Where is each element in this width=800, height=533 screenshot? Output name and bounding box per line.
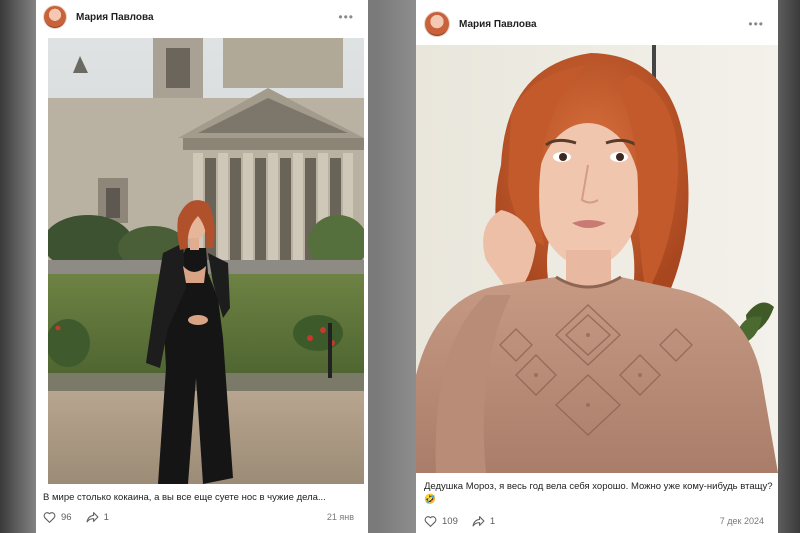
share-count: 1 xyxy=(489,515,496,527)
post-header: Мария Павлова ••• xyxy=(36,0,368,34)
heart-icon xyxy=(43,512,56,523)
selfie-photo xyxy=(416,45,778,473)
more-dots-icon[interactable]: ••• xyxy=(338,11,354,23)
avatar[interactable] xyxy=(424,11,450,37)
heart-icon xyxy=(424,516,437,527)
post-actions: 96 1 21 янв xyxy=(36,508,368,526)
share-arrow-icon xyxy=(472,516,485,527)
post-card-right: Мария Павлова ••• Дедушка Мороз, я весь … xyxy=(416,0,778,533)
post-photo[interactable] xyxy=(416,45,778,473)
like-button[interactable]: 96 xyxy=(43,511,72,523)
post-photo[interactable] xyxy=(48,38,364,484)
post-header: Мария Павлова ••• xyxy=(416,4,778,44)
post-date[interactable]: 7 дек 2024 xyxy=(720,516,764,526)
post-actions: 109 1 7 дек 2024 xyxy=(416,512,778,530)
share-button[interactable]: 1 xyxy=(472,515,495,527)
post-card-left: Мария Павлова ••• В мире столько кокаина… xyxy=(36,0,368,533)
avatar[interactable] xyxy=(43,5,67,29)
author-name[interactable]: Мария Павлова xyxy=(76,12,154,23)
share-count: 1 xyxy=(103,511,109,523)
author-name[interactable]: Мария Павлова xyxy=(459,19,537,30)
post-caption: Дедушка Мороз, я весь год вела себя хоро… xyxy=(424,481,773,505)
like-count: 96 xyxy=(61,511,72,523)
more-dots-icon[interactable]: ••• xyxy=(748,18,764,30)
like-button[interactable]: 109 xyxy=(424,515,458,527)
post-date[interactable]: 21 янв xyxy=(327,512,354,522)
post-caption: В мире столько кокаина, а вы все еще суе… xyxy=(43,492,326,503)
share-arrow-icon xyxy=(86,512,99,523)
cathedral-photo xyxy=(48,38,364,484)
share-button[interactable]: 1 xyxy=(86,511,109,523)
like-count: 109 xyxy=(442,515,458,527)
